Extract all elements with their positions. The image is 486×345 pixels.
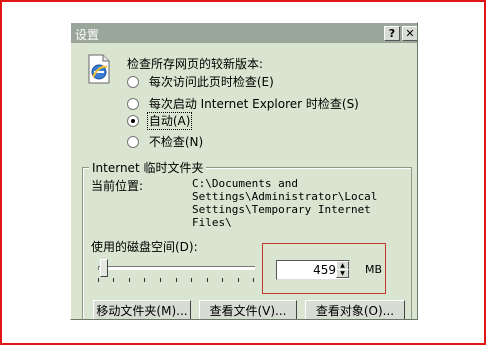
group-title: Internet 临时文件夹 <box>89 159 207 176</box>
current-location-path: C:\Documents and Settings\Administrator\… <box>192 177 378 229</box>
slider-ticks <box>98 278 254 282</box>
internet-explorer-page-icon <box>88 54 110 84</box>
radio-every-visit[interactable]: 每次访问此页时检查(E) <box>127 73 274 89</box>
check-versions-label: 检查所存网页的较新版本: <box>127 57 264 71</box>
radio-label: 不检查(N) <box>148 135 204 149</box>
radio-button-selected[interactable] <box>127 114 139 127</box>
view-objects-button[interactable]: 查看对象(O)... <box>305 300 405 319</box>
move-folder-button[interactable]: 移动文件夹(M)... <box>93 300 191 319</box>
disk-space-slider-thumb[interactable] <box>100 259 108 277</box>
radio-label: 每次启动 Internet Explorer 时检查(S) <box>148 97 359 111</box>
radio-every-start[interactable]: 每次启动 Internet Explorer 时检查(S) <box>127 95 359 111</box>
view-files-button[interactable]: 查看文件(V)... <box>199 300 297 319</box>
current-location-label: 当前位置: <box>91 179 144 193</box>
dialog-title-bar: 设置 ? ✕ <box>71 23 417 43</box>
radio-label: 自动(A) <box>146 112 193 130</box>
radio-button[interactable] <box>127 135 139 148</box>
disk-space-label: 使用的磁盘空间(D): <box>91 240 198 254</box>
close-button[interactable]: ✕ <box>402 26 417 41</box>
radio-automatic[interactable]: 自动(A) <box>127 112 193 130</box>
help-button[interactable]: ? <box>384 26 400 41</box>
disk-space-slider-track[interactable] <box>98 266 255 270</box>
radio-button[interactable] <box>127 75 139 88</box>
radio-label: 每次访问此页时检查(E) <box>148 75 274 89</box>
dialog-title: 设置 <box>75 28 100 42</box>
radio-never[interactable]: 不检查(N) <box>127 133 203 149</box>
disk-space-highlight-box <box>262 243 386 294</box>
radio-button[interactable] <box>127 97 139 110</box>
